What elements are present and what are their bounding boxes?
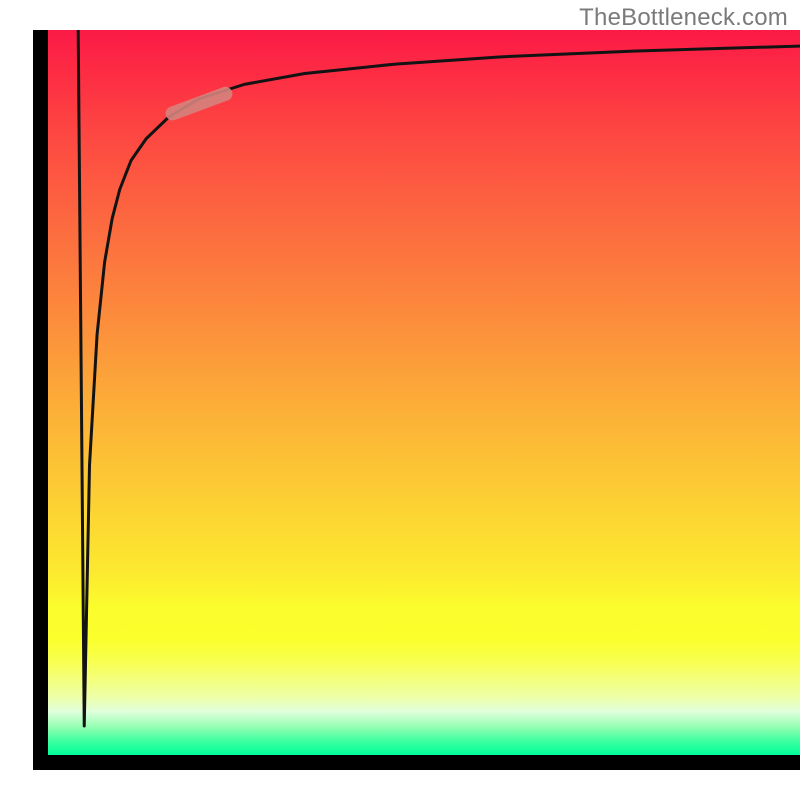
curve-marker: [173, 94, 226, 114]
plot-frame: [33, 30, 800, 770]
chart-container: TheBottleneck.com: [0, 0, 800, 800]
curve-main: [78, 30, 800, 726]
curve-svg: [48, 30, 800, 755]
plot-area: [48, 30, 800, 755]
watermark-text: TheBottleneck.com: [579, 4, 788, 32]
